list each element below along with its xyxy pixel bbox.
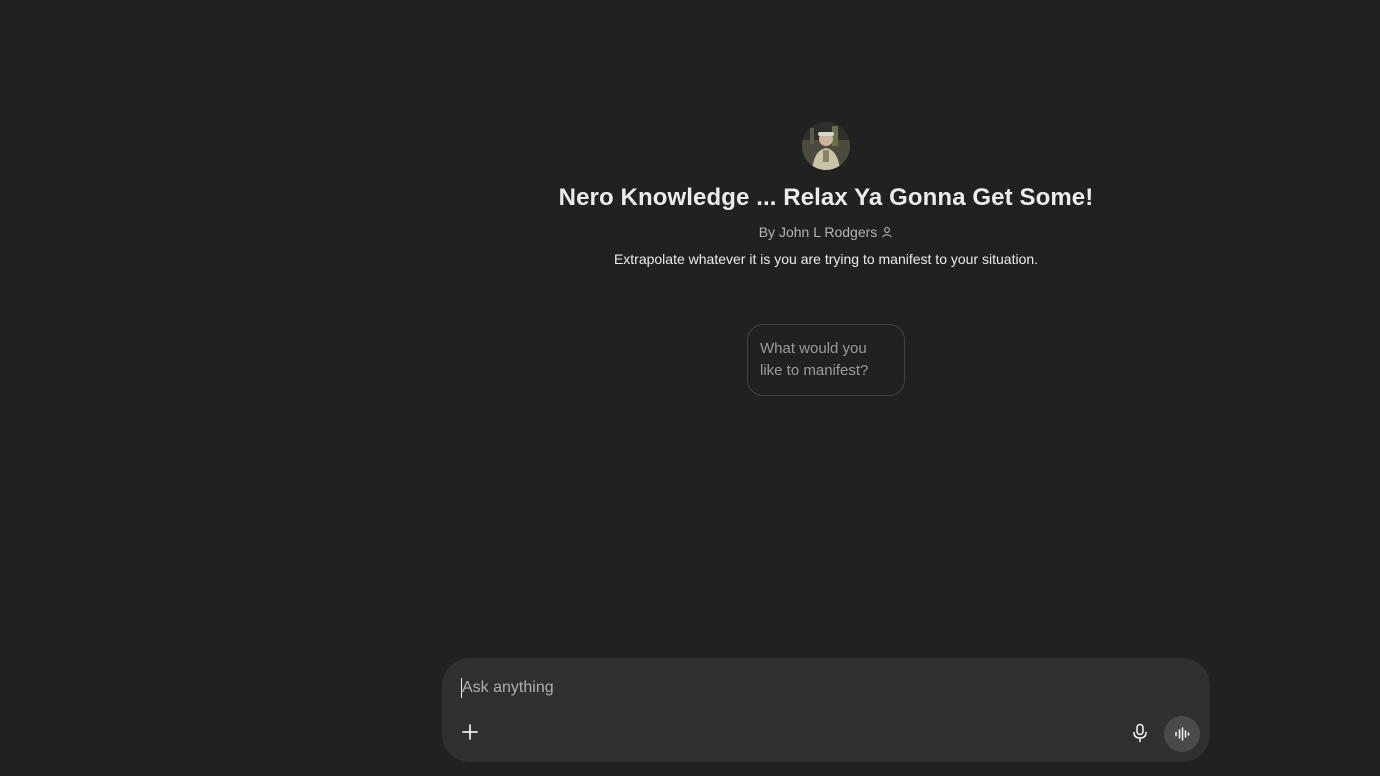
plus-icon xyxy=(462,724,478,740)
gpt-description: Extrapolate whatever it is you are tryin… xyxy=(613,251,1039,267)
byline-text: By John L Rodgers xyxy=(758,224,878,240)
gpt-title: Nero Knowledge ... Relax Ya Gonna Get So… xyxy=(558,184,1094,211)
gpt-profile: Nero Knowledge ... Relax Ya Gonna Get So… xyxy=(272,122,1380,396)
user-icon xyxy=(881,226,893,238)
text-caret xyxy=(461,678,462,698)
dictate-button[interactable] xyxy=(1124,717,1156,749)
conversation-starter-button[interactable]: What would you like to manifest? xyxy=(747,324,905,396)
composer xyxy=(442,658,1210,762)
voice-mode-button[interactable] xyxy=(1164,716,1200,752)
avatar-image xyxy=(802,122,850,170)
ask-input[interactable] xyxy=(462,674,1162,702)
gpt-byline: By John L Rodgers xyxy=(759,224,894,240)
gpt-avatar xyxy=(802,122,850,170)
microphone-icon xyxy=(1133,723,1147,743)
chat-page: Nero Knowledge ... Relax Ya Gonna Get So… xyxy=(0,0,1380,776)
add-attachment-button[interactable] xyxy=(454,716,486,748)
voice-mode-icon xyxy=(1175,727,1190,741)
